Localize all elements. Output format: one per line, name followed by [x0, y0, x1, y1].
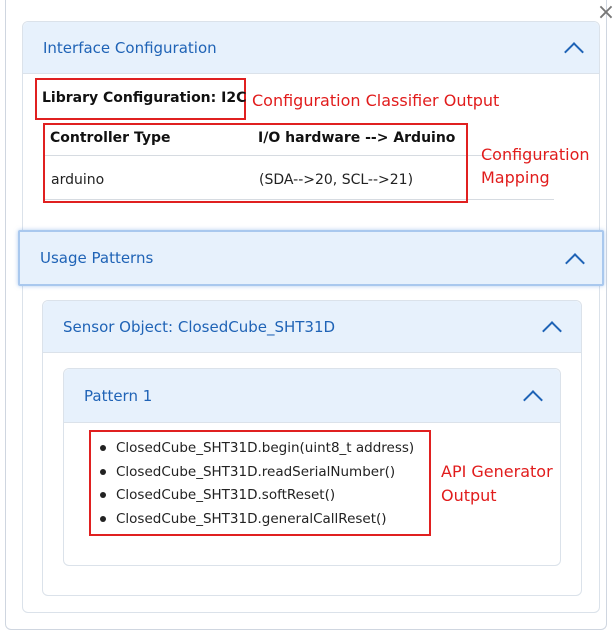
chevron-up-icon[interactable] — [564, 42, 584, 62]
mapping-annotation-line1: Configuration — [481, 145, 590, 164]
api-annotation-line2: Output — [441, 486, 497, 505]
mapping-highlight-box — [43, 123, 468, 203]
chevron-up-icon[interactable] — [542, 321, 562, 341]
api-item: ClosedCube_SHT31D.readSerialNumber() — [98, 461, 414, 485]
pattern-title: Pattern 1 — [84, 386, 153, 405]
usage-patterns-title: Usage Patterns — [40, 249, 154, 267]
interface-configuration-header[interactable]: Interface Configuration — [23, 22, 599, 74]
sensor-object-title: Sensor Object: ClosedCube_SHT31D — [63, 317, 336, 336]
classifier-annotation: Configuration Classifier Output — [252, 91, 500, 110]
sensor-object-header[interactable]: Sensor Object: ClosedCube_SHT31D — [43, 301, 581, 353]
mapping-annotation-line2: Mapping — [481, 168, 550, 187]
close-icon[interactable]: × — [596, 2, 616, 24]
pattern-header[interactable]: Pattern 1 — [64, 369, 560, 423]
api-item: ClosedCube_SHT31D.begin(uint8_t address) — [98, 437, 414, 461]
usage-patterns-header[interactable]: Usage Patterns — [18, 230, 604, 286]
chevron-up-icon[interactable] — [523, 390, 543, 410]
api-item: ClosedCube_SHT31D.softReset() — [98, 484, 414, 508]
chevron-up-icon[interactable] — [565, 253, 585, 273]
api-list: ClosedCube_SHT31D.begin(uint8_t address)… — [98, 437, 414, 531]
library-configuration-label: Library Configuration: I2C — [42, 90, 247, 106]
api-annotation-line1: API Generator — [441, 462, 553, 481]
interface-configuration-title: Interface Configuration — [43, 38, 217, 57]
api-item: ClosedCube_SHT31D.generalCallReset() — [98, 508, 414, 532]
